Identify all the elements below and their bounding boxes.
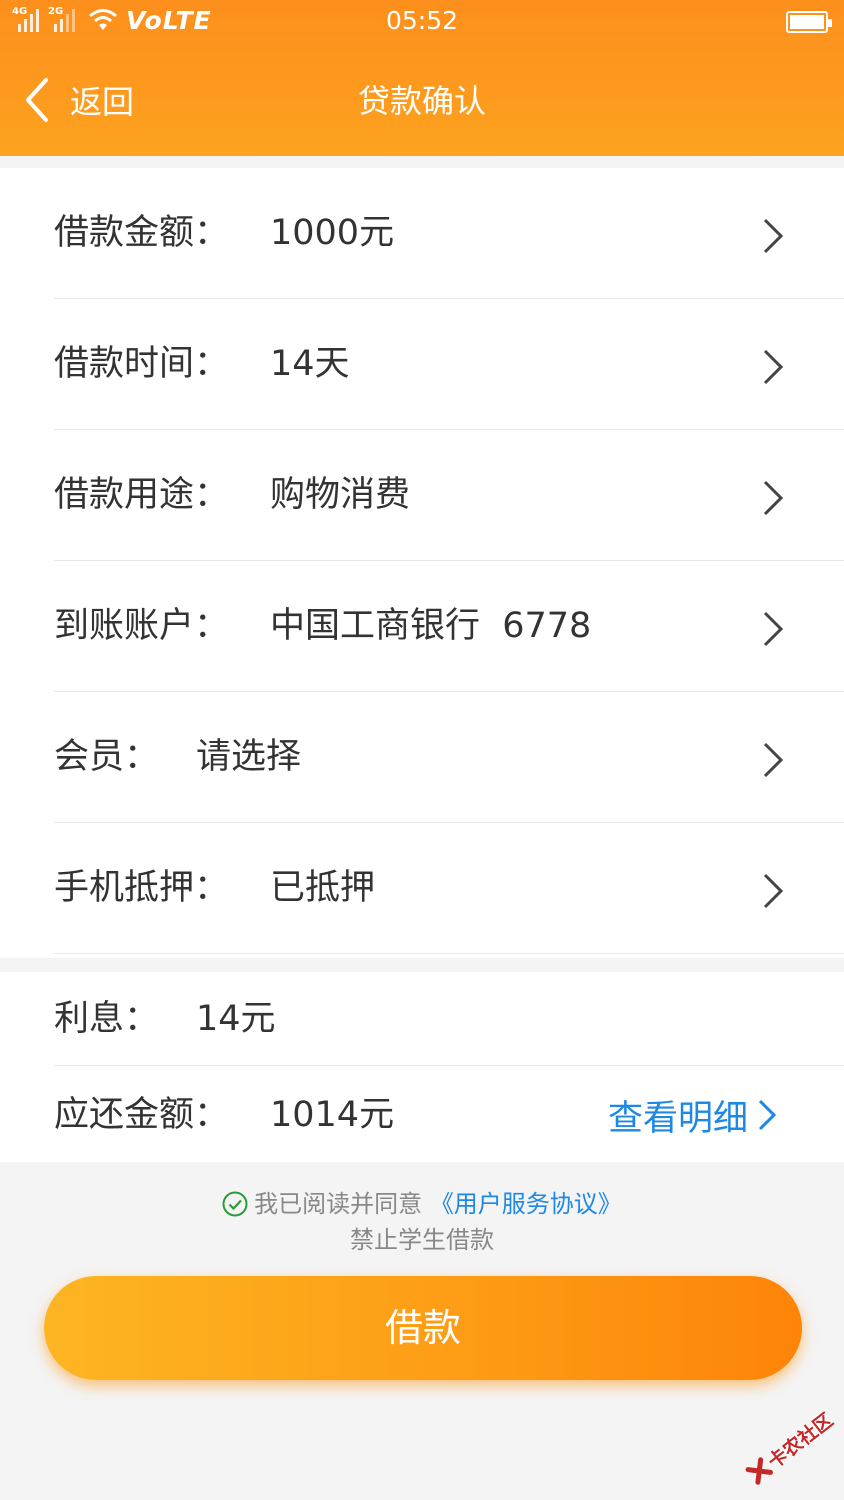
clock: 05:52 xyxy=(385,6,459,35)
row-interest: 利息： 14元 xyxy=(54,972,844,1066)
header-bar: 4G 2G VoLTE 05:52 返回 贷款确认 xyxy=(0,0,844,156)
status-bar: 4G 2G VoLTE 05:52 xyxy=(0,0,844,46)
chevron-right-icon xyxy=(763,873,784,909)
row-label: 到账账户： xyxy=(54,606,230,646)
row-phone-collateral[interactable]: 手机抵押： 已抵押 xyxy=(54,823,844,954)
agreement-line: 我已阅读并同意 《用户服务协议》 xyxy=(0,1184,844,1219)
row-label: 手机抵押： xyxy=(54,868,230,908)
borrow-button[interactable]: 借款 xyxy=(44,1276,802,1380)
row-label: 借款金额： xyxy=(54,213,230,253)
agreement-text: 我已阅读并同意 xyxy=(254,1190,423,1218)
chevron-right-icon xyxy=(758,1099,777,1131)
repayment-summary-card: 利息： 14元 应还金额： 1014元 查看明细 xyxy=(0,972,844,1162)
row-loan-term[interactable]: 借款时间： 14天 xyxy=(54,299,844,430)
chevron-right-icon xyxy=(763,611,784,647)
chevron-right-icon xyxy=(763,480,784,516)
check-circle-icon[interactable] xyxy=(222,1191,248,1217)
loan-details-card: 借款金额： 1000元 借款时间： 14天 借款用途： 购物消费 到账账户： 中… xyxy=(0,168,844,958)
row-loan-amount[interactable]: 借款金额： 1000元 xyxy=(54,168,844,299)
page-title: 贷款确认 xyxy=(357,82,486,120)
row-receiving-account[interactable]: 到账账户： 中国工商银行 6778 xyxy=(54,561,844,692)
user-agreement-link[interactable]: 《用户服务协议》 xyxy=(430,1190,622,1218)
row-repay-amount: 应还金额： 1014元 查看明细 xyxy=(54,1068,844,1162)
row-value: 14元 xyxy=(196,999,276,1039)
row-label: 借款时间： xyxy=(54,344,230,384)
nav-bar: 返回 贷款确认 xyxy=(0,46,844,156)
row-label: 应还金额： xyxy=(54,1095,230,1135)
row-value: 购物消费 xyxy=(270,475,411,515)
student-notice: 禁止学生借款 xyxy=(350,1226,494,1254)
watermark-text: 卡农社区 xyxy=(763,1408,838,1473)
row-label: 借款用途： xyxy=(54,475,230,515)
row-value: 14天 xyxy=(270,344,350,384)
row-label: 会员： xyxy=(54,737,160,777)
view-details-label: 查看明细 xyxy=(608,1098,749,1139)
chevron-right-icon xyxy=(763,349,784,385)
chevron-right-icon xyxy=(763,218,784,254)
row-value: 1000元 xyxy=(270,213,395,253)
watermark: 卡农社区 xyxy=(729,1389,844,1500)
view-details-link[interactable]: 查看明细 xyxy=(608,1068,778,1162)
row-value: 请选择 xyxy=(196,737,302,777)
row-value: 已抵押 xyxy=(270,868,376,908)
row-value: 中国工商银行 6778 xyxy=(270,606,592,646)
chevron-right-icon xyxy=(763,742,784,778)
row-membership[interactable]: 会员： 请选择 xyxy=(54,692,844,823)
row-loan-purpose[interactable]: 借款用途： 购物消费 xyxy=(54,430,844,561)
row-label: 利息： xyxy=(54,999,160,1039)
battery-icon xyxy=(786,11,832,33)
row-value: 1014元 xyxy=(270,1095,395,1135)
